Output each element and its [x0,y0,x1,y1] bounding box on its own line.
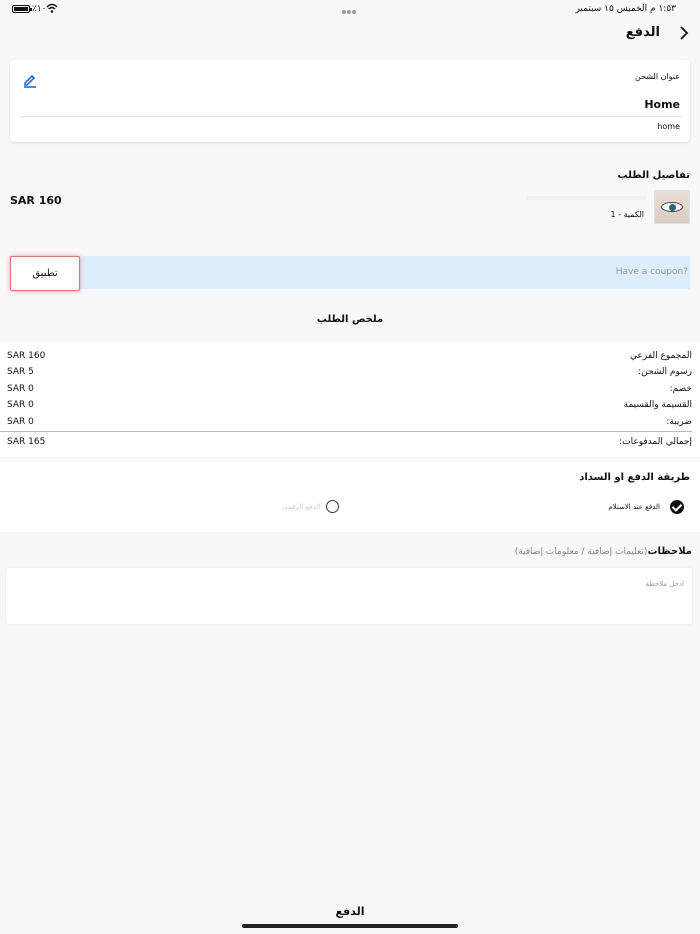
header: الدفع [0,22,700,46]
summary-total-row: إجمالي المدفوعات: SAR 165 [7,437,692,451]
summary-row: رسوم الشحن: SAR 5 [7,367,692,381]
divider [20,116,682,117]
edit-pencil-icon[interactable] [22,72,38,88]
divider [0,431,692,432]
summary-row: ضريبة: SAR 0 [7,417,692,431]
notes-hint: (تعليمات إضافية / معلومات إضافية) [514,547,648,557]
payment-method-title: طريقة الدفع او السداد [579,472,690,483]
summary-row: خصم: SAR 0 [7,384,692,398]
shipping-address-label: عنوان الشحن [634,72,680,81]
product-price: SAR 160 [10,194,62,207]
coupon-input[interactable]: Have a coupon? [616,267,688,277]
payment-option-online[interactable]: الدفع الرقمي [282,503,320,511]
order-summary-title: ملخص الطلب [316,314,384,325]
status-time: ١:٥٣ م الخميس ١٥ سبتمبر [575,4,676,14]
summary-label: رسوم الشحن: [638,367,692,377]
summary-value: SAR 0 [7,400,34,410]
pay-button[interactable]: الدفع [0,905,700,918]
status-bar: ٪١٠٠ ١:٥٣ م الخميس ١٥ سبتمبر [0,0,700,18]
notes-textarea[interactable]: ادخل ملاحظة [6,568,692,624]
wifi-icon [46,3,58,13]
summary-label: ضريبة: [666,417,692,427]
summary-label: المجموع الفرعي [630,351,692,361]
summary-label: القسيمة والقسيمة [623,400,692,410]
summary-row: المجموع الفرعي SAR 160 [7,351,692,365]
shipping-address-card: عنوان الشحن Home home [10,60,690,142]
back-chevron-icon[interactable] [678,26,690,40]
product-quantity: الكمية - 1 [610,210,644,219]
notes-label: ملاحظات [647,546,692,557]
summary-value: SAR 0 [7,384,34,394]
shipping-address-detail: home [657,122,680,131]
check-circle-icon[interactable] [670,500,684,514]
summary-value: SAR 5 [7,367,34,377]
payment-method-section: طريقة الدفع او السداد الدفع عند الاستلام… [0,462,700,532]
product-name-faint [526,196,646,200]
radio-empty-icon[interactable] [326,500,339,513]
multitask-dots-icon[interactable] [342,7,358,14]
summary-row: القسيمة والقسيمة SAR 0 [7,400,692,414]
order-details-title: تفاصيل الطلب [617,170,690,181]
battery-icon [12,5,32,13]
payment-option-cod[interactable]: الدفع عند الاستلام [608,503,660,511]
eye-image-icon [661,202,683,212]
order-summary-table: المجموع الفرعي SAR 160 رسوم الشحن: SAR 5… [0,342,700,457]
apply-coupon-button[interactable]: تطبيق [10,256,80,291]
total-label: إجمالي المدفوعات: [619,437,692,447]
notes-title: ملاحظات(تعليمات إضافية / معلومات إضافية) [515,546,692,557]
shipping-address-name: Home [644,98,680,111]
summary-label: خصم: [669,384,692,394]
summary-value: SAR 0 [7,417,34,427]
product-thumbnail [654,190,690,224]
home-indicator[interactable] [242,924,458,928]
notes-placeholder: ادخل ملاحظة [645,580,684,588]
summary-value: SAR 160 [7,351,46,361]
page-title: الدفع [625,25,660,40]
coupon-field[interactable]: تطبيق Have a coupon? [10,256,690,291]
total-value: SAR 165 [7,437,46,447]
